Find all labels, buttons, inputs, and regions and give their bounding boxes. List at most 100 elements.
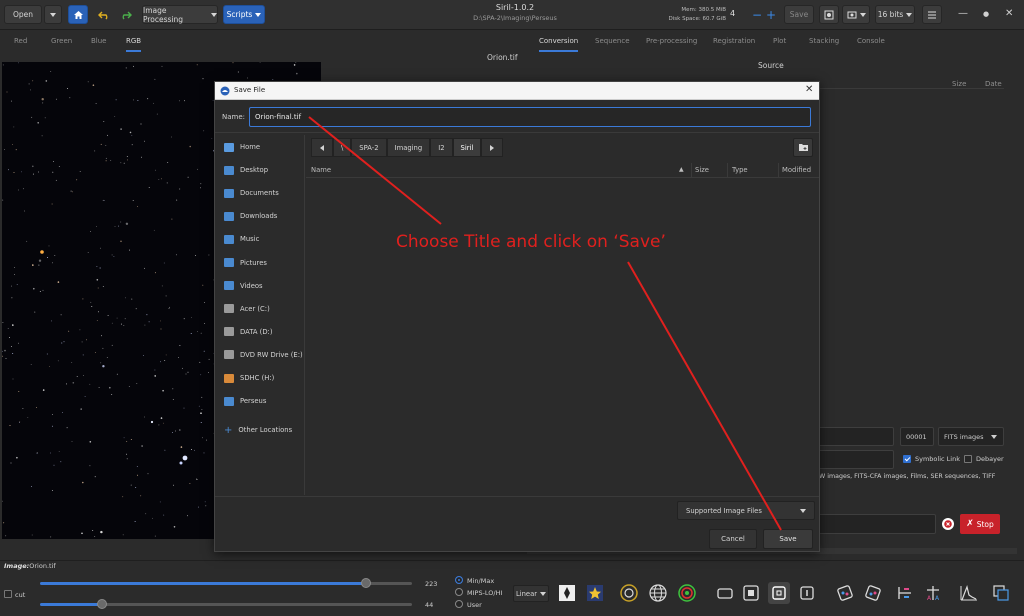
cut-checkbox[interactable] [4, 590, 12, 598]
path-forward-button[interactable] [481, 138, 504, 157]
window-close-button[interactable]: ✕ [1005, 8, 1013, 19]
user-radio[interactable] [455, 600, 463, 608]
scripts-menu[interactable]: Scripts [223, 5, 265, 24]
redo-button[interactable] [116, 5, 136, 24]
place-drive-c[interactable]: Acer (C:) [224, 302, 270, 316]
tab-blue[interactable]: Blue [91, 37, 107, 45]
tab-stacking[interactable]: Stacking [809, 37, 839, 45]
rotate-right-button[interactable] [862, 582, 884, 604]
mosaic-button[interactable] [990, 582, 1012, 604]
dialog-close-icon[interactable]: ✕ [805, 84, 813, 95]
sequence-name-field[interactable] [818, 427, 894, 446]
undo-button[interactable] [94, 5, 114, 24]
symbolic-link-checkbox[interactable] [903, 455, 911, 463]
path-back-button[interactable] [311, 138, 333, 157]
output-dir-field[interactable] [818, 450, 894, 469]
tab-green[interactable]: Green [51, 37, 72, 45]
place-label: DATA (D:) [240, 327, 273, 336]
high-slider-knob[interactable] [361, 578, 371, 588]
path-crumb-imaging[interactable]: Imaging [386, 138, 431, 157]
file-type-filter[interactable]: Supported Image Files [677, 501, 815, 520]
tab-rgb[interactable]: RGB [126, 37, 142, 52]
tab-conversion[interactable]: Conversion [539, 37, 579, 52]
bit-depth-select[interactable]: 16 bits [875, 5, 915, 24]
type-column[interactable]: Type [732, 166, 748, 174]
tab-console[interactable]: Console [857, 37, 885, 45]
open-button[interactable]: Open [4, 5, 42, 24]
place-videos[interactable]: Videos [224, 279, 263, 293]
low-slider-knob[interactable] [97, 599, 107, 609]
tab-pre-processing[interactable]: Pre-processing [646, 37, 697, 45]
filename-input[interactable]: Orion-final.tif [249, 107, 811, 127]
plate-solve-button[interactable] [647, 582, 669, 604]
stop-button[interactable]: ✗ Stop [960, 514, 1000, 534]
place-pictures[interactable]: Pictures [224, 256, 267, 270]
cancel-button[interactable]: Cancel [709, 529, 757, 549]
fit-to-window-button[interactable] [768, 582, 790, 604]
target-button[interactable] [676, 582, 698, 604]
mirror-y-button[interactable]: AA [922, 582, 944, 604]
minmax-radio[interactable] [455, 576, 463, 584]
increase-threads-button[interactable]: + [764, 5, 778, 24]
path-crumb-spa2[interactable]: SPA-2 [351, 138, 387, 157]
mips-radio[interactable] [455, 588, 463, 596]
place-other-locations[interactable]: + Other Locations [224, 423, 292, 437]
size-column[interactable]: Size [695, 166, 709, 174]
new-folder-button[interactable] [793, 138, 813, 157]
zoom-button[interactable] [740, 582, 762, 604]
main-menu-button[interactable] [922, 5, 942, 24]
place-perseus[interactable]: Perseus [224, 394, 266, 408]
decrease-threads-button[interactable]: − [750, 5, 764, 24]
rotate-left-button[interactable] [834, 582, 856, 604]
modified-column[interactable]: Modified [782, 166, 811, 174]
home-button[interactable] [68, 5, 88, 24]
image-processing-menu[interactable]: Image Processing [142, 5, 218, 24]
recent-dropdown-button[interactable] [44, 5, 62, 24]
debayer-checkbox[interactable] [964, 455, 972, 463]
maximize-button[interactable]: ● [983, 10, 989, 18]
low-slider-track[interactable] [102, 603, 412, 606]
sequence-number-field[interactable]: 00001 [900, 427, 934, 446]
drive-icon [224, 327, 234, 337]
place-music[interactable]: Music [224, 232, 259, 246]
scale-select[interactable]: Linear [513, 585, 549, 602]
place-drive-h[interactable]: SDHC (H:) [224, 371, 274, 385]
invert-display-button[interactable] [556, 582, 578, 604]
output-format-select[interactable]: FITS images [938, 427, 1004, 446]
zoom-100-button[interactable] [796, 582, 818, 604]
tab-sequence[interactable]: Sequence [595, 37, 630, 45]
place-home[interactable]: Home [224, 140, 260, 154]
export-menu-button[interactable] [842, 5, 870, 24]
color-saturation-button[interactable] [584, 582, 606, 604]
path-crumb-siril[interactable]: Siril [452, 138, 482, 157]
folder-icon [224, 211, 234, 221]
minimize-button[interactable]: — [958, 8, 968, 19]
path-crumb-root[interactable]: \ [333, 138, 352, 157]
snapshot-button[interactable] [819, 5, 839, 24]
source-size-column[interactable]: Size [952, 80, 966, 88]
mirror-x-button[interactable] [894, 582, 916, 604]
save-image-button[interactable]: Save [784, 5, 814, 24]
path-crumb-i2[interactable]: I2 [430, 138, 453, 157]
tab-red[interactable]: Red [14, 37, 27, 45]
place-downloads[interactable]: Downloads [224, 209, 277, 223]
file-list[interactable] [306, 179, 819, 497]
high-slider-track[interactable] [366, 582, 412, 585]
source-date-column[interactable]: Date [985, 80, 1002, 88]
place-drive-d[interactable]: DATA (D:) [224, 325, 273, 339]
place-drive-e[interactable]: DVD RW Drive (E:) [224, 348, 303, 362]
save-button[interactable]: Save [763, 529, 813, 549]
place-documents[interactable]: Documents [224, 186, 279, 200]
tab-plot[interactable]: Plot [773, 37, 786, 45]
frame-button[interactable] [714, 582, 736, 604]
place-label: SDHC (H:) [240, 374, 275, 382]
image-label: Image: [4, 562, 30, 570]
place-desktop[interactable]: Desktop [224, 163, 268, 177]
photometry-button[interactable] [618, 582, 640, 604]
histogram-button[interactable] [958, 582, 980, 604]
clear-icon[interactable] [942, 518, 954, 530]
siril-app-icon [220, 86, 230, 96]
tab-registration[interactable]: Registration [713, 37, 755, 45]
stop-icon: ✗ [966, 519, 974, 529]
name-column[interactable]: Name [311, 166, 331, 174]
